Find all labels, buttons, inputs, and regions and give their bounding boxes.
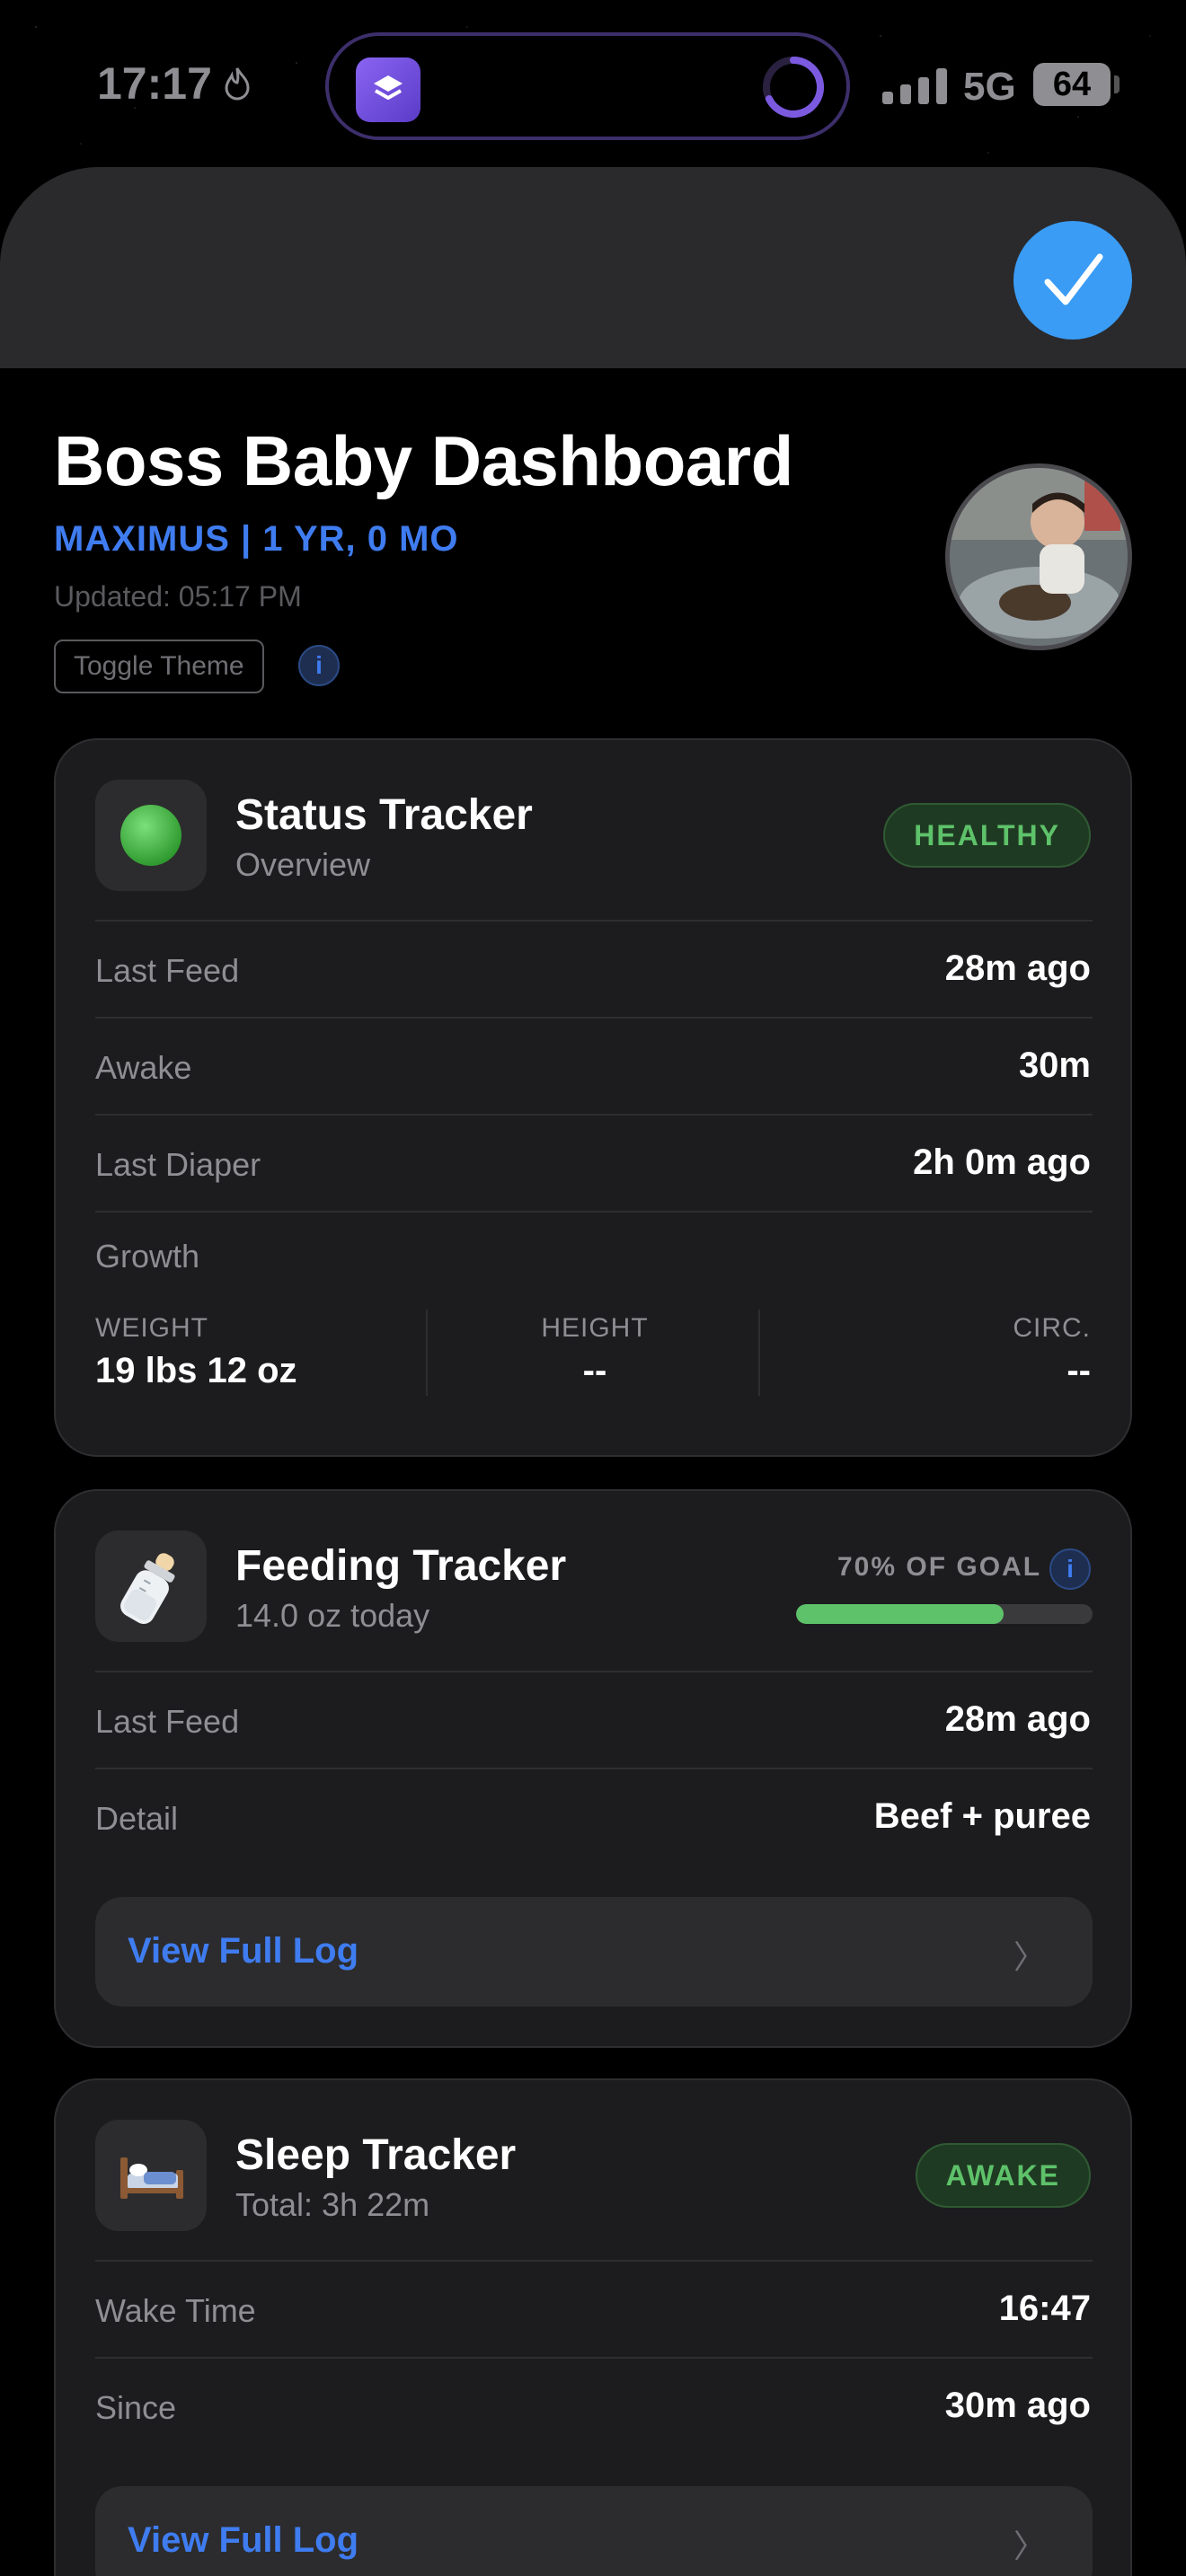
dynamic-island[interactable] [325, 32, 850, 140]
divider [95, 1114, 1093, 1116]
goal-progress-bar [796, 1604, 1093, 1624]
row-label-last-feed: Last Feed [95, 1703, 240, 1740]
sleep-card-subtitle: Total: 3h 22m [235, 2186, 430, 2223]
row-value-awake: 30m [1018, 1045, 1091, 1085]
battery-nub [1114, 75, 1120, 93]
status-card-title: Status Tracker [235, 791, 533, 839]
row-value-last-diaper: 2h 0m ago [913, 1142, 1091, 1182]
layers-app-icon[interactable] [356, 57, 420, 122]
view-log-label: View Full Log [128, 2520, 359, 2560]
awake-badge: AWAKE [915, 2143, 1091, 2208]
growth-label: Growth [95, 1238, 200, 1275]
divider [95, 1768, 1093, 1769]
height-value: -- [582, 1351, 607, 1390]
network-label: 5G [963, 65, 1016, 109]
sleep-card-title: Sleep Tracker [235, 2131, 517, 2179]
feeding-view-log-button[interactable]: View Full Log 〉 [95, 1897, 1093, 2007]
checkmark-icon [1044, 253, 1103, 305]
row-value-wake-time: 16:47 [998, 2289, 1091, 2328]
signal-icon [882, 68, 947, 104]
feeding-card-subtitle: 14.0 oz today [235, 1597, 430, 1634]
healthy-badge: HEALTHY [883, 803, 1091, 868]
row-label-last-diaper: Last Diaper [95, 1146, 261, 1183]
goal-info-icon[interactable]: i [1049, 1548, 1091, 1590]
weight-value: 19 lbs 12 oz [95, 1351, 297, 1390]
header-info-icon[interactable]: i [298, 645, 340, 686]
sleep-tracker-card: Sleep Tracker Total: 3h 22m AWAKE Wake T… [54, 2078, 1132, 2576]
baby-photo [950, 468, 1128, 646]
sleep-view-log-button[interactable]: View Full Log 〉 [95, 2486, 1093, 2576]
row-label-last-feed: Last Feed [95, 952, 240, 989]
row-label-since: Since [95, 2389, 177, 2426]
bed-icon [120, 2157, 183, 2199]
row-value-last-feed: 28m ago [944, 1699, 1091, 1739]
divider [95, 1017, 1093, 1019]
height-label: HEIGHT [541, 1313, 649, 1343]
page-title: Boss Baby Dashboard [54, 421, 793, 500]
child-subtitle: MAXIMUS | 1 YR, 0 MO [54, 519, 459, 559]
view-log-label: View Full Log [128, 1931, 359, 1971]
done-button[interactable] [1013, 221, 1132, 340]
sleep-icon-tile [95, 2120, 207, 2231]
row-value-detail: Beef + puree [873, 1796, 1091, 1836]
feeding-card-title: Feeding Tracker [235, 1542, 567, 1590]
row-value-last-feed: 28m ago [944, 948, 1091, 988]
green-circle-icon [120, 805, 181, 866]
divider [95, 920, 1093, 922]
updated-timestamp: Updated: 05:17 PM [54, 580, 302, 613]
divider [95, 2260, 1093, 2262]
circ-value: -- [1067, 1351, 1091, 1390]
chevron-right-icon: 〉 [1013, 1938, 1046, 1975]
baby-bottle-icon [120, 1553, 175, 1624]
weight-label: WEIGHT [95, 1313, 208, 1343]
row-label-awake: Awake [95, 1049, 192, 1086]
growth-separator [426, 1310, 428, 1396]
divider [95, 1671, 1093, 1672]
status-time: 17:17 [97, 58, 212, 109]
circ-label: CIRC. [1013, 1313, 1091, 1343]
avatar[interactable] [945, 463, 1132, 650]
battery-icon: 64 [1033, 63, 1111, 106]
status-card-subtitle: Overview [235, 846, 371, 883]
row-label-wake-time: Wake Time [95, 2292, 256, 2329]
growth-separator [758, 1310, 760, 1396]
goal-label: 70% OF GOAL [837, 1552, 1042, 1582]
flame-icon [225, 67, 250, 101]
row-label-detail: Detail [95, 1800, 179, 1837]
divider [95, 2357, 1093, 2359]
chevron-right-icon: 〉 [1013, 2527, 1046, 2564]
divider [95, 1211, 1093, 1213]
status-icon-tile [95, 780, 207, 891]
feeding-tracker-card: Feeding Tracker 14.0 oz today 70% OF GOA… [54, 1489, 1132, 2048]
row-value-since: 30m ago [944, 2386, 1091, 2425]
feeding-icon-tile [95, 1531, 207, 1642]
status-tracker-card: Status Tracker Overview HEALTHY Last Fee… [54, 738, 1132, 1457]
status-bar: 17:17 5G 64 [0, 0, 1186, 171]
goal-progress-fill [796, 1604, 1004, 1624]
sheet-header [0, 167, 1186, 368]
toggle-theme-button[interactable]: Toggle Theme [54, 640, 264, 693]
activity-ring-icon [763, 57, 825, 118]
